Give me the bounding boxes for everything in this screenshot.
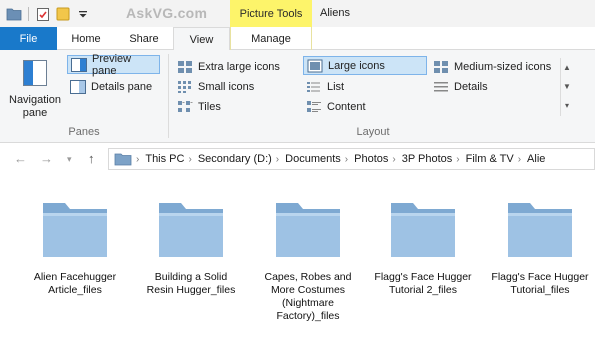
ribbon-tabs: File Home Share View Manage: [0, 27, 595, 51]
details-view-button[interactable]: Details: [430, 77, 560, 96]
gallery-more-icon[interactable]: ▾: [561, 96, 573, 115]
medium-icons-button[interactable]: Medium-sized icons: [430, 57, 560, 76]
breadcrumb-separator[interactable]: ›: [456, 154, 459, 165]
folder-name: Capes, Robes and More Costumes (Nightmar…: [264, 271, 352, 322]
address-bar[interactable]: › This PC › Secondary (D:) › Documents ›…: [108, 148, 595, 170]
details-view-label: Details: [454, 80, 488, 93]
forward-arrow-icon[interactable]: →: [40, 151, 53, 166]
preview-pane-button[interactable]: Preview pane: [67, 52, 160, 77]
folder-name: Building a Solid Resin Hugger_files: [146, 271, 236, 296]
breadcrumb-item[interactable]: Photos: [354, 153, 388, 165]
folder-icon: [43, 203, 107, 257]
breadcrumb-item[interactable]: 3P Photos: [402, 153, 453, 165]
folder-icon[interactable]: [6, 6, 22, 22]
navigation-pane-button[interactable]: Navigation pane: [6, 56, 64, 120]
folder-icon: [508, 203, 572, 257]
tab-view[interactable]: View: [173, 27, 230, 51]
large-icons-label: Large icons: [328, 59, 385, 72]
extra-large-icons-label: Extra large icons: [198, 60, 280, 73]
tiles-button[interactable]: Tiles: [174, 97, 299, 116]
layout-gallery-scroll: ▲ ▼ ▾: [560, 58, 573, 116]
breadcrumb-separator[interactable]: ›: [188, 154, 191, 165]
list-label: List: [327, 80, 345, 93]
layout-group-label: Layout: [356, 126, 390, 138]
folder-name: Flagg's Face Hugger Tutorial 2_files: [374, 271, 472, 296]
watermark: AskVG.com: [126, 5, 208, 21]
tab-manage[interactable]: Manage: [230, 27, 312, 50]
folder-name: Alien Facehugger Article_files: [33, 271, 117, 296]
small-icons-button[interactable]: Small icons: [174, 77, 299, 96]
folder-name: Flagg's Face Hugger Tutorial_files: [491, 271, 589, 296]
tiles-icon: [177, 100, 193, 114]
breadcrumb-item[interactable]: Secondary (D:): [198, 153, 272, 165]
window-title: Aliens: [320, 7, 350, 19]
preview-pane-icon: [71, 57, 87, 72]
content-button[interactable]: Content: [303, 97, 427, 116]
tab-home[interactable]: Home: [57, 27, 115, 50]
tab-file[interactable]: File: [0, 27, 57, 50]
breadcrumb-item[interactable]: Alie: [527, 153, 545, 165]
tiles-label: Tiles: [198, 100, 221, 113]
large-icons-icon: [307, 59, 323, 73]
quick-access-toolbar: [6, 6, 91, 22]
folder-item[interactable]: Capes, Robes and More Costumes (Nightmar…: [259, 193, 357, 323]
folder-icon: [276, 203, 340, 257]
ribbon-view: Navigation pane Preview pane Details pan…: [0, 50, 595, 143]
tab-share[interactable]: Share: [115, 27, 173, 50]
navigation-pane-icon: [23, 60, 47, 86]
list-button[interactable]: List: [303, 77, 427, 96]
small-icons-icon: [177, 80, 193, 94]
gallery-down-icon[interactable]: ▼: [561, 77, 573, 96]
properties-icon[interactable]: [35, 6, 51, 22]
breadcrumb-item[interactable]: This PC: [145, 153, 184, 165]
folder-icon: [391, 203, 455, 257]
small-icons-label: Small icons: [198, 80, 255, 93]
back-arrow-icon[interactable]: ←: [14, 151, 27, 166]
new-folder-icon[interactable]: [55, 6, 71, 22]
large-icons-button[interactable]: Large icons: [303, 56, 427, 75]
customize-qat-icon[interactable]: [75, 6, 91, 22]
navigation-bar: ← → ▾ ↑ › This PC › Secondary (D:) › Doc…: [0, 143, 595, 175]
details-pane-button[interactable]: Details pane: [67, 77, 160, 96]
navigation-pane-label: Navigation pane: [9, 94, 61, 119]
breadcrumb-item[interactable]: Film & TV: [466, 153, 514, 165]
content-label: Content: [327, 100, 366, 113]
content-icon: [306, 100, 322, 114]
file-list: Alien Facehugger Article_files Building …: [0, 175, 595, 338]
preview-pane-label: Preview pane: [92, 52, 132, 77]
extra-large-icons-button[interactable]: Extra large icons: [174, 57, 299, 76]
breadcrumb-separator[interactable]: ›: [136, 154, 139, 165]
details-pane-label: Details pane: [91, 80, 153, 93]
extra-large-icons-icon: [177, 60, 193, 74]
medium-icons-label: Medium-sized icons: [454, 60, 552, 73]
qat-divider: [28, 7, 29, 21]
folder-item[interactable]: Building a Solid Resin Hugger_files: [142, 193, 240, 297]
breadcrumb-separator[interactable]: ›: [276, 154, 279, 165]
details-view-icon: [433, 80, 449, 94]
up-arrow-icon[interactable]: ↑: [88, 151, 95, 166]
list-icon: [306, 80, 322, 94]
panes-group-label: Panes: [68, 126, 100, 138]
breadcrumb-separator[interactable]: ›: [345, 154, 348, 165]
medium-icons-icon: [433, 60, 449, 74]
folder-item[interactable]: Flagg's Face Hugger Tutorial_files: [491, 193, 589, 297]
recent-locations-chevron-icon[interactable]: ▾: [67, 154, 72, 165]
breadcrumb-separator[interactable]: ›: [392, 154, 395, 165]
breadcrumb-separator[interactable]: ›: [518, 154, 521, 165]
folder-item[interactable]: Alien Facehugger Article_files: [26, 193, 124, 297]
breadcrumb-item[interactable]: Documents: [285, 153, 341, 165]
folder-icon: [159, 203, 223, 257]
details-pane-icon: [70, 79, 86, 94]
folder-icon: [114, 152, 132, 166]
gallery-up-icon[interactable]: ▲: [561, 58, 573, 77]
title-bar: AskVG.com Picture Tools Aliens: [0, 0, 595, 27]
folder-item[interactable]: Flagg's Face Hugger Tutorial 2_files: [374, 193, 472, 297]
context-tab-picture-tools: Picture Tools: [230, 0, 312, 27]
